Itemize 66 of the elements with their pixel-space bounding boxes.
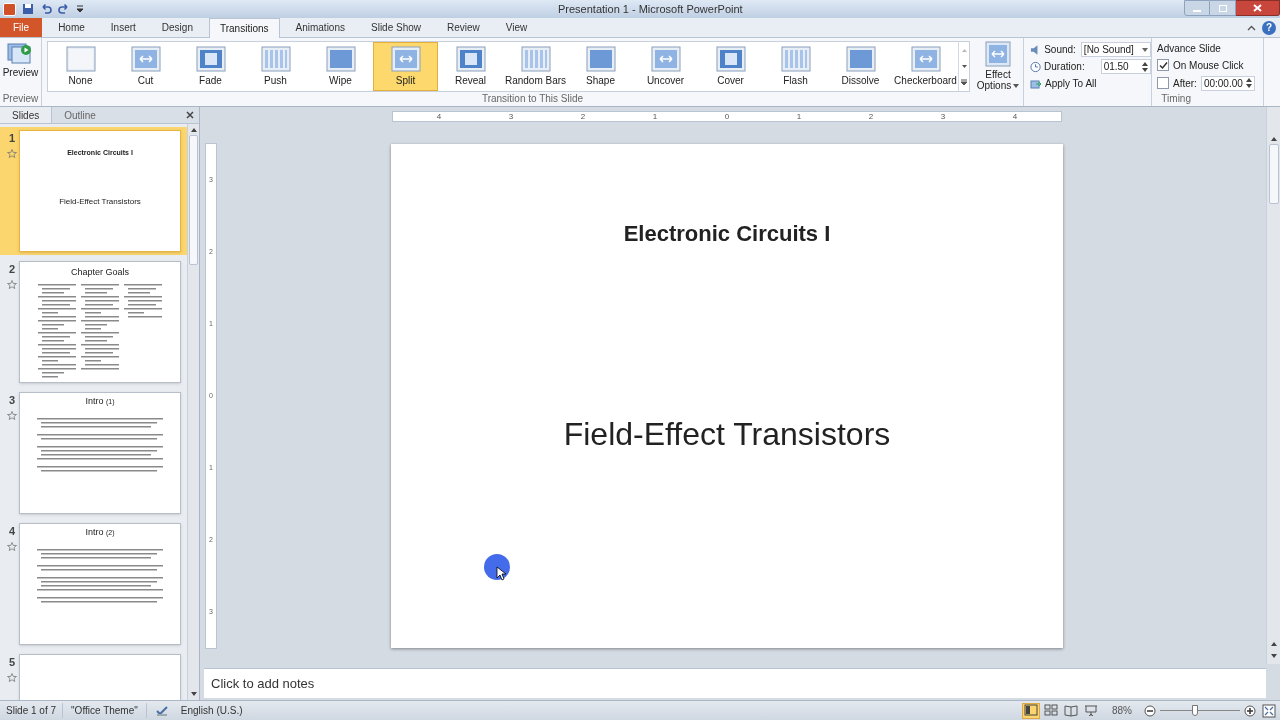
ribbon-tab[interactable]: Insert bbox=[100, 18, 146, 37]
thumbnail-subtitle: Field-Effect Transistors bbox=[59, 195, 141, 208]
group-label: Preview bbox=[2, 93, 39, 105]
transition-option[interactable]: Random Bars bbox=[503, 42, 568, 91]
preview-button[interactable]: Preview bbox=[2, 38, 39, 80]
transition-option[interactable]: Wipe bbox=[308, 42, 373, 91]
sound-label: Sound: bbox=[1044, 43, 1076, 57]
slide-subtitle: Field-Effect Transistors bbox=[563, 415, 891, 454]
ribbon-tab[interactable]: Animations bbox=[285, 18, 355, 37]
help-button[interactable]: ? bbox=[1262, 20, 1276, 35]
transition-option[interactable]: Fade bbox=[178, 42, 243, 91]
theme-name: "Office Theme" bbox=[63, 703, 147, 718]
ribbon-tab[interactable]: Slide Show bbox=[361, 18, 431, 37]
pane-tab[interactable]: Outline bbox=[51, 107, 108, 123]
ruler-number: 4 bbox=[436, 112, 442, 121]
apply-to-all-button[interactable]: Apply To All bbox=[1030, 75, 1151, 92]
group-label: Timing bbox=[1161, 93, 1191, 105]
thumbnail-title: Chapter Goals bbox=[71, 266, 129, 279]
ruler-number: 1 bbox=[652, 112, 658, 121]
ruler-number: 4 bbox=[1012, 112, 1018, 121]
transition-option[interactable]: Cover bbox=[698, 42, 763, 91]
ribbon-tab[interactable]: Design bbox=[151, 18, 203, 37]
sound-dropdown[interactable]: [No Sound] bbox=[1080, 42, 1151, 57]
transition-option[interactable]: Shape bbox=[568, 42, 633, 91]
ruler-number: 3 bbox=[940, 112, 946, 121]
slide-counter: Slide 1 of 7 bbox=[0, 703, 64, 718]
after-time-spinner[interactable]: 00:00.00 bbox=[1200, 75, 1255, 91]
ruler-number: 0 bbox=[724, 112, 730, 121]
transition-option[interactable]: Dissolve bbox=[828, 42, 893, 91]
zoom-level[interactable]: 88% bbox=[1112, 703, 1132, 718]
ruler-number: 2 bbox=[868, 112, 874, 121]
notes-field[interactable]: Click to add notes bbox=[204, 668, 1266, 698]
ribbon-tab[interactable]: Transitions bbox=[208, 18, 280, 38]
slide-number: 1 bbox=[8, 131, 16, 146]
group-label: Transition to This Slide bbox=[481, 93, 584, 105]
transition-option[interactable]: Flash bbox=[763, 42, 828, 91]
transition-option[interactable]: Cut bbox=[113, 42, 178, 91]
effect-options-button[interactable]: Effect Options bbox=[978, 41, 1018, 92]
transition-option[interactable]: Push bbox=[243, 42, 308, 91]
slide-number: 3 bbox=[8, 393, 16, 408]
slide-number: 4 bbox=[8, 524, 16, 539]
transition-option[interactable]: Checkerboard bbox=[893, 42, 958, 91]
after-label: After: bbox=[1173, 76, 1197, 91]
language-label: English (U.S.) bbox=[179, 704, 244, 718]
transition-option[interactable]: Split bbox=[373, 42, 438, 91]
ribbon-tab[interactable]: Home bbox=[48, 18, 95, 37]
slide-thumbnail-row[interactable]: 5 bbox=[0, 651, 187, 700]
duration-spinner[interactable]: 01.50 bbox=[1100, 59, 1151, 74]
advance-slide-label: Advance Slide bbox=[1157, 42, 1222, 56]
ribbon-tab[interactable]: File bbox=[0, 17, 43, 37]
slide-number: 2 bbox=[8, 262, 16, 277]
ruler-number: 2 bbox=[580, 112, 586, 121]
duration-label: Duration: bbox=[1044, 60, 1085, 74]
window-title: Presentation 1 - Microsoft PowerPoint bbox=[558, 1, 743, 17]
slide-number: 5 bbox=[8, 655, 16, 670]
ruler-number: 3 bbox=[508, 112, 514, 121]
pane-tab[interactable]: Slides bbox=[0, 107, 52, 123]
transition-option[interactable]: Reveal bbox=[438, 42, 503, 91]
transition-option[interactable]: None bbox=[48, 42, 113, 91]
ribbon-tab[interactable]: View bbox=[495, 18, 538, 37]
ruler-number: 1 bbox=[796, 112, 802, 121]
slide-title: Electronic Circuits I bbox=[623, 220, 831, 248]
slide-thumbnail-row[interactable]: 2 Chapter Goals bbox=[0, 258, 187, 386]
ribbon-tab[interactable]: Review bbox=[437, 18, 490, 37]
transition-option[interactable]: Uncover bbox=[633, 42, 698, 91]
on-mouse-click-label: On Mouse Click bbox=[1173, 58, 1244, 73]
